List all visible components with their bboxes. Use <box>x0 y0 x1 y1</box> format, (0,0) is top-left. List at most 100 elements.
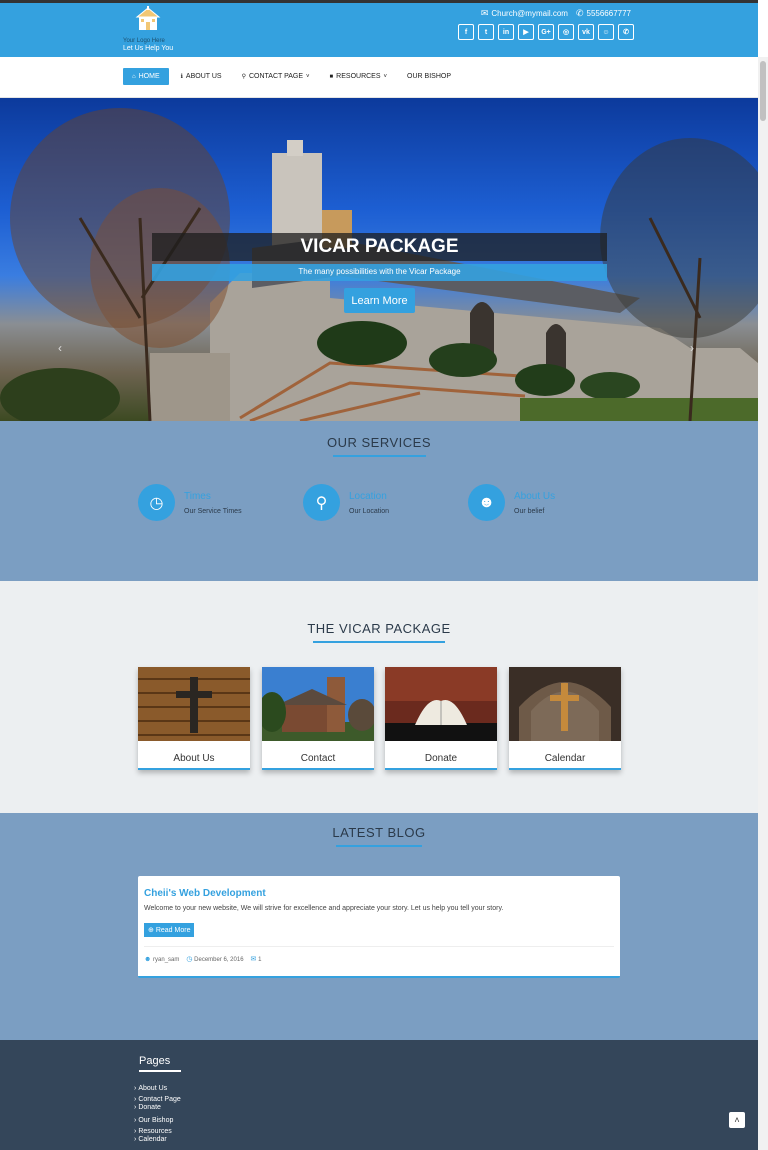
top-header: Your Logo Here Let Us Help You ✉ Church@m… <box>0 0 758 57</box>
service-text: Location Our Location <box>349 491 389 515</box>
nav-item-label: About Us <box>185 73 222 80</box>
nav-item-our-bishop[interactable]: Our Bishop <box>397 68 461 85</box>
nav-item-label: Home <box>138 73 160 80</box>
card-label: Donate <box>424 753 458 764</box>
post-author[interactable]: ☻ ryan_sam <box>144 956 179 963</box>
nav-item-contact-page[interactable]: ⚲ Contact Page ˅ <box>232 68 320 85</box>
comments-icon: ✉ <box>250 956 257 963</box>
envelope-icon: ✉ <box>480 8 489 18</box>
chevron-right-icon: › <box>134 1117 137 1124</box>
comment-count: 1 <box>258 957 262 963</box>
author-name: ryan_sam <box>153 956 180 963</box>
service-desc: Our Location <box>349 507 390 515</box>
chevron-right-icon: › <box>134 1128 137 1135</box>
back-to-top-button[interactable]: ˄ <box>729 1112 745 1128</box>
footer-link-label: About Us <box>138 1085 168 1092</box>
service-name: Times <box>184 490 211 502</box>
card-label: Contact <box>300 753 336 764</box>
hero-slider: VICAR PACKAGE The many possibilities wit… <box>0 98 758 421</box>
vk-icon[interactable]: vk <box>578 24 594 40</box>
footer-link-label: Donate <box>138 1104 161 1111</box>
map-pin-icon: ⚲ <box>241 74 246 80</box>
package-title-underline <box>313 641 445 643</box>
chevron-right-icon: › <box>134 1104 137 1111</box>
nav-item-resources[interactable]: ■ Resources ˅ <box>320 68 397 85</box>
nav-item-label: Resources <box>336 73 381 80</box>
post-divider <box>144 946 614 947</box>
footer-link[interactable]: › Donate <box>134 1104 181 1112</box>
slider-prev-arrow-icon[interactable]: ‹ <box>58 341 62 355</box>
main-navbar: ⌂ Home ℹ About Us ⚲ Contact Page ˅ ■ Resources ˅ O… <box>0 57 758 98</box>
church-building-image <box>258 667 376 741</box>
footer-link[interactable]: › Resources <box>134 1128 181 1136</box>
footer-link-label: Contact Page <box>138 1096 181 1103</box>
post-title-link[interactable]: Cheii's Web Development <box>144 888 266 899</box>
site-tagline: Let Us Help You <box>123 45 174 52</box>
service-location[interactable]: ⚲ Location Our Location <box>303 484 389 521</box>
nav-item-about-us[interactable]: ℹ About Us <box>171 68 232 85</box>
church-logo-icon <box>135 6 161 30</box>
blog-title: LATEST BLOG <box>332 825 426 840</box>
footer-link[interactable]: › Contact Page <box>134 1096 181 1104</box>
footer-link-label: Resources <box>138 1128 172 1135</box>
service-about-us[interactable]: ☻ About Us Our belief <box>468 484 555 521</box>
nav-menu: ⌂ Home ℹ About Us ⚲ Contact Page ˅ ■ Resources ˅ O… <box>123 68 461 85</box>
home-icon: ⌂ <box>132 73 136 80</box>
footer-link[interactable]: › Our Bishop <box>134 1117 181 1125</box>
learn-more-button[interactable]: Learn More <box>344 288 415 313</box>
clock-icon: ◷ <box>186 956 193 963</box>
post-meta: ☻ ryan_sam ◷ December 6, 2016 ✉ 1 <box>144 955 262 964</box>
chevron-down-icon: ˅ <box>306 73 310 80</box>
footer-link[interactable]: › Calendar <box>134 1136 181 1144</box>
hero-subtitle: The many possibilities with the Vicar Pa… <box>298 267 461 276</box>
package-section: THE VICAR PACKAGE About Us Contact Donat… <box>0 581 758 813</box>
read-more-button[interactable]: ⊕ Read More <box>144 923 195 937</box>
twitter-icon[interactable]: t <box>478 24 494 40</box>
linkedin-icon[interactable]: in <box>498 24 514 40</box>
card-about-us[interactable]: About Us <box>138 667 250 770</box>
slider-next-arrow-icon[interactable]: › <box>690 341 694 355</box>
footer-link[interactable]: › About Us <box>134 1085 181 1093</box>
card-contact[interactable]: Contact <box>258 667 376 770</box>
card-donate[interactable]: Donate <box>385 667 497 770</box>
hero-title: VICAR PACKAGE <box>300 236 459 257</box>
phone-link[interactable]: ✆ 5556667777 <box>576 8 631 19</box>
facebook-icon[interactable]: f <box>458 24 474 40</box>
card-calendar[interactable]: Calendar <box>509 667 621 770</box>
service-text: Times Our Service Times <box>184 491 242 515</box>
site-logo[interactable]: Your Logo Here <box>123 6 183 44</box>
scrollbar-thumb[interactable] <box>760 61 766 121</box>
page-scrollbar[interactable] <box>758 57 768 1150</box>
social-links: f t in ▶ G+ ◎ vk ☺ ✆ <box>458 24 634 40</box>
date-text: December 6, 2016 <box>194 957 244 963</box>
arch-cross-image <box>509 667 621 741</box>
footer-link-label: Calendar <box>138 1136 167 1143</box>
chevron-right-icon: › <box>134 1136 137 1143</box>
logo-text: Your Logo Here <box>123 38 165 44</box>
wooden-cross-image <box>138 667 250 741</box>
site-footer: Pages › About Us › Contact Page › Donate › Our … <box>0 1040 758 1150</box>
post-comments[interactable]: ✉ 1 <box>251 955 262 963</box>
google-plus-icon[interactable]: G+ <box>538 24 554 40</box>
whatsapp-icon[interactable]: ✆ <box>618 24 634 40</box>
snapchat-icon[interactable]: ☺ <box>598 24 614 40</box>
instagram-icon[interactable]: ◎ <box>558 24 574 40</box>
chevron-right-icon: › <box>134 1096 137 1103</box>
post-excerpt: Welcome to your new website, We will str… <box>144 905 504 912</box>
youtube-icon[interactable]: ▶ <box>518 24 534 40</box>
services-title: OUR SERVICES <box>326 435 431 450</box>
clock-icon: ◷ <box>138 484 175 521</box>
contact-info: ✉ Church@mymail.com ✆ 5556667777 <box>481 8 631 19</box>
footer-links: › About Us › Contact Page › Donate › Our Bishop… <box>134 1085 181 1144</box>
user-icon: ☻ <box>144 955 152 963</box>
email-link[interactable]: ✉ Church@mymail.com <box>481 8 568 19</box>
services-section: OUR SERVICES ◷ Times Our Service Times ⚲ Loc… <box>0 421 758 581</box>
read-more-label: Read More <box>155 927 191 934</box>
service-desc: Our belief <box>514 507 545 515</box>
service-desc: Our Service Times <box>184 507 242 515</box>
cube-icon: ■ <box>329 73 334 80</box>
blog-title-underline <box>336 845 422 847</box>
nav-item-label: Contact Page <box>248 73 304 80</box>
service-times[interactable]: ◷ Times Our Service Times <box>138 484 242 521</box>
nav-item-home[interactable]: ⌂ Home <box>123 68 169 85</box>
